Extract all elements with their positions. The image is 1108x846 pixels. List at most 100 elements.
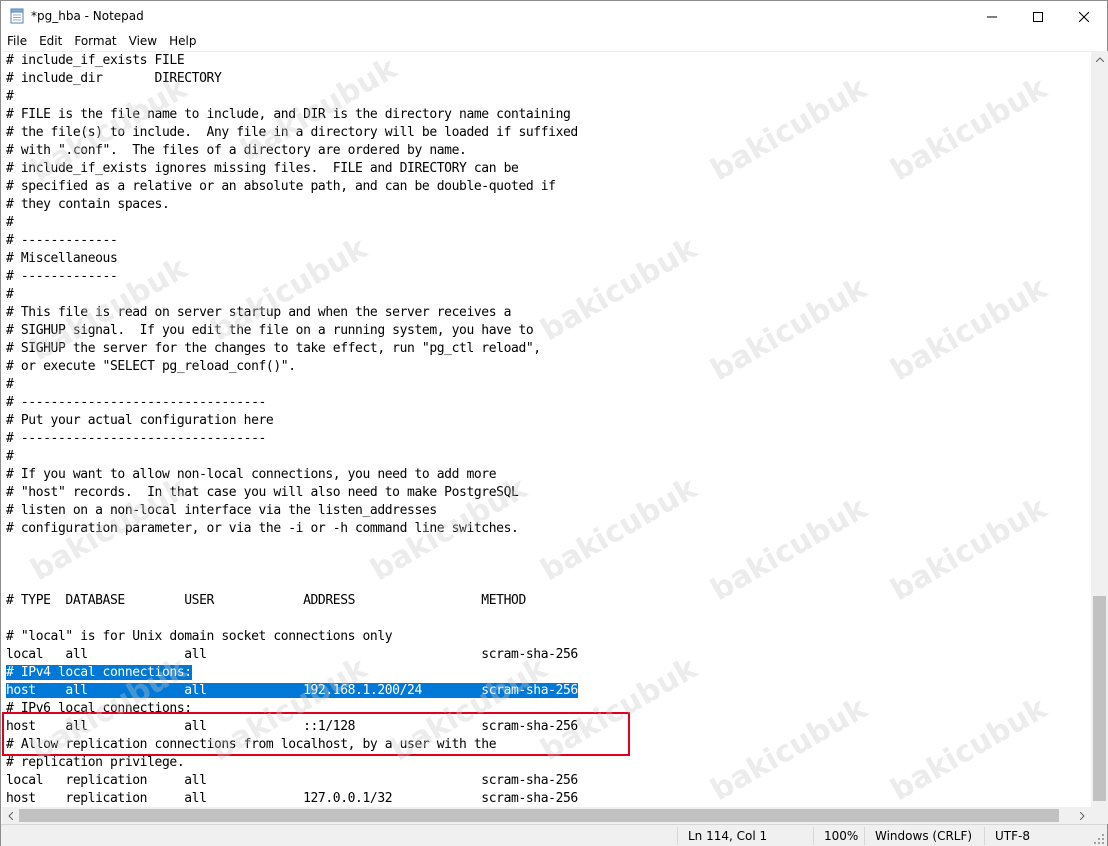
line-text: # include_if_exists FILE	[6, 53, 185, 68]
status-separator	[984, 827, 985, 845]
editor-line[interactable]: # Put your actual configuration here	[6, 412, 578, 430]
editor-line[interactable]: # If you want to allow non-local connect…	[6, 466, 578, 484]
chevron-left-icon	[8, 811, 13, 820]
line-text: # ---------------------------------	[6, 395, 266, 410]
maximize-button[interactable]	[1015, 1, 1061, 32]
line-text: #	[6, 215, 14, 230]
line-text: #	[6, 287, 14, 302]
editor-line[interactable]: local replication all scram-sha-256	[6, 772, 578, 790]
line-text: # SIGHUP signal. If you edit the file on…	[6, 323, 534, 338]
status-separator	[864, 827, 865, 845]
line-text: #	[6, 377, 14, 392]
line-text: # replication privilege.	[6, 755, 185, 770]
menu-view[interactable]: View	[123, 32, 163, 51]
watermark: bakicubuk	[884, 70, 1053, 189]
editor-line[interactable]	[6, 556, 578, 574]
window-title: *pg_hba - Notepad	[31, 9, 144, 23]
editor-line[interactable]: # SIGHUP the server for the changes to t…	[6, 340, 578, 358]
line-text: # IPv6 local connections:	[6, 701, 192, 716]
editor-line[interactable]: # -------------	[6, 232, 578, 250]
editor-line[interactable]: # include_if_exists FILE	[6, 52, 578, 70]
editor-line[interactable]: # Miscellaneous	[6, 250, 578, 268]
minimize-icon	[987, 16, 997, 17]
editor-line[interactable]: # ---------------------------------	[6, 394, 578, 412]
vertical-scrollbar[interactable]	[1091, 51, 1108, 824]
selected-line-text: # IPv4 local connections:	[6, 665, 192, 680]
editor-line[interactable]: # SIGHUP signal. If you edit the file on…	[6, 322, 578, 340]
editor-line[interactable]: #	[6, 286, 578, 304]
line-text: # ---------------------------------	[6, 431, 266, 446]
line-text: # FILE is the file name to include, and …	[6, 107, 571, 122]
editor-line[interactable]: # "host" records. In that case you will …	[6, 484, 578, 502]
selected-line-text: host all all 192.168.1.200/24 scram-sha-…	[6, 683, 578, 698]
editor-line[interactable]: local all all scram-sha-256	[6, 646, 578, 664]
editor-line[interactable]: host replication all 127.0.0.1/32 scram-…	[6, 790, 578, 807]
menu-file[interactable]: File	[1, 32, 33, 51]
scroll-left-button[interactable]	[2, 807, 19, 824]
editor-line[interactable]: # listen on a non-local interface via th…	[6, 502, 578, 520]
line-text: # "local" is for Unix domain socket conn…	[6, 629, 393, 644]
editor-line[interactable]: # ---------------------------------	[6, 430, 578, 448]
line-text: local replication all scram-sha-256	[6, 773, 578, 788]
editor-line[interactable]: # "local" is for Unix domain socket conn…	[6, 628, 578, 646]
line-text: # with ".conf". The files of a directory…	[6, 143, 467, 158]
editor-line[interactable]: # specified as a relative or an absolute…	[6, 178, 578, 196]
editor-line[interactable]: # configuration parameter, or via the -i…	[6, 520, 578, 538]
editor-line[interactable]: # IPv4 local connections:	[6, 664, 578, 682]
menu-help[interactable]: Help	[163, 32, 202, 51]
scroll-right-button[interactable]	[1074, 807, 1091, 824]
status-separator	[677, 827, 678, 845]
editor-line[interactable]: # IPv6 local connections:	[6, 700, 578, 718]
line-text: # listen on a non-local interface via th…	[6, 503, 437, 518]
line-text: # include_if_exists ignores missing file…	[6, 161, 519, 176]
line-text: # Allow replication connections from loc…	[6, 737, 497, 752]
line-text: # SIGHUP the server for the changes to t…	[6, 341, 541, 356]
close-button[interactable]	[1061, 1, 1107, 32]
editor-line[interactable]: # include_dir DIRECTORY	[6, 70, 578, 88]
status-separator	[813, 827, 814, 845]
line-text: # This file is read on server startup an…	[6, 305, 512, 320]
editor-line[interactable]: #	[6, 448, 578, 466]
text-editor[interactable]: # include_if_exists FILE # include_dir DI…	[2, 51, 1091, 807]
editor-line[interactable]	[6, 538, 578, 556]
watermark: bakicubuk	[704, 690, 873, 807]
resize-grip-icon[interactable]	[1093, 833, 1105, 845]
scroll-up-button[interactable]	[1091, 51, 1108, 68]
editor-line[interactable]: # -------------	[6, 268, 578, 286]
status-zoom: 100%	[824, 829, 859, 843]
editor-lines[interactable]: # include_if_exists FILE # include_dir DI…	[6, 52, 578, 807]
editor-line[interactable]: # with ".conf". The files of a directory…	[6, 142, 578, 160]
minimize-button[interactable]	[969, 1, 1015, 32]
line-text: # the file(s) to include. Any file in a …	[6, 125, 578, 140]
horizontal-scrollbar[interactable]	[2, 807, 1091, 824]
editor-line[interactable]: # This file is read on server startup an…	[6, 304, 578, 322]
editor-line[interactable]: # they contain spaces.	[6, 196, 578, 214]
editor-line[interactable]: #	[6, 88, 578, 106]
editor-line[interactable]	[6, 610, 578, 628]
line-text: # or execute "SELECT pg_reload_conf()".	[6, 359, 296, 374]
line-text: # -------------	[6, 233, 118, 248]
horizontal-scroll-thumb[interactable]	[19, 809, 1059, 822]
editor-line[interactable]: host all all 192.168.1.200/24 scram-sha-…	[6, 682, 578, 700]
editor-line[interactable]: # Allow replication connections from loc…	[6, 736, 578, 754]
notepad-window: *pg_hba - Notepad File Edit Format View …	[0, 0, 1108, 846]
editor-line[interactable]	[6, 574, 578, 592]
menu-format[interactable]: Format	[68, 32, 122, 51]
scrollbar-corner	[1091, 807, 1108, 824]
vertical-scroll-thumb[interactable]	[1093, 596, 1106, 801]
editor-line[interactable]: # include_if_exists ignores missing file…	[6, 160, 578, 178]
editor-line[interactable]: #	[6, 376, 578, 394]
editor-line[interactable]: host all all ::1/128 scram-sha-256	[6, 718, 578, 736]
line-text: # specified as a relative or an absolute…	[6, 179, 556, 194]
editor-line[interactable]: # TYPE DATABASE USER ADDRESS METHOD	[6, 592, 578, 610]
line-text: # include_dir DIRECTORY	[6, 71, 222, 86]
editor-line[interactable]: # replication privilege.	[6, 754, 578, 772]
editor-line[interactable]: # or execute "SELECT pg_reload_conf()".	[6, 358, 578, 376]
editor-line[interactable]: # the file(s) to include. Any file in a …	[6, 124, 578, 142]
status-cursor-position: Ln 114, Col 1	[688, 829, 768, 843]
menu-edit[interactable]: Edit	[33, 32, 68, 51]
line-text: # "host" records. In that case you will …	[6, 485, 519, 500]
editor-line[interactable]: # FILE is the file name to include, and …	[6, 106, 578, 124]
title-bar[interactable]: *pg_hba - Notepad	[1, 1, 1107, 32]
editor-line[interactable]: #	[6, 214, 578, 232]
